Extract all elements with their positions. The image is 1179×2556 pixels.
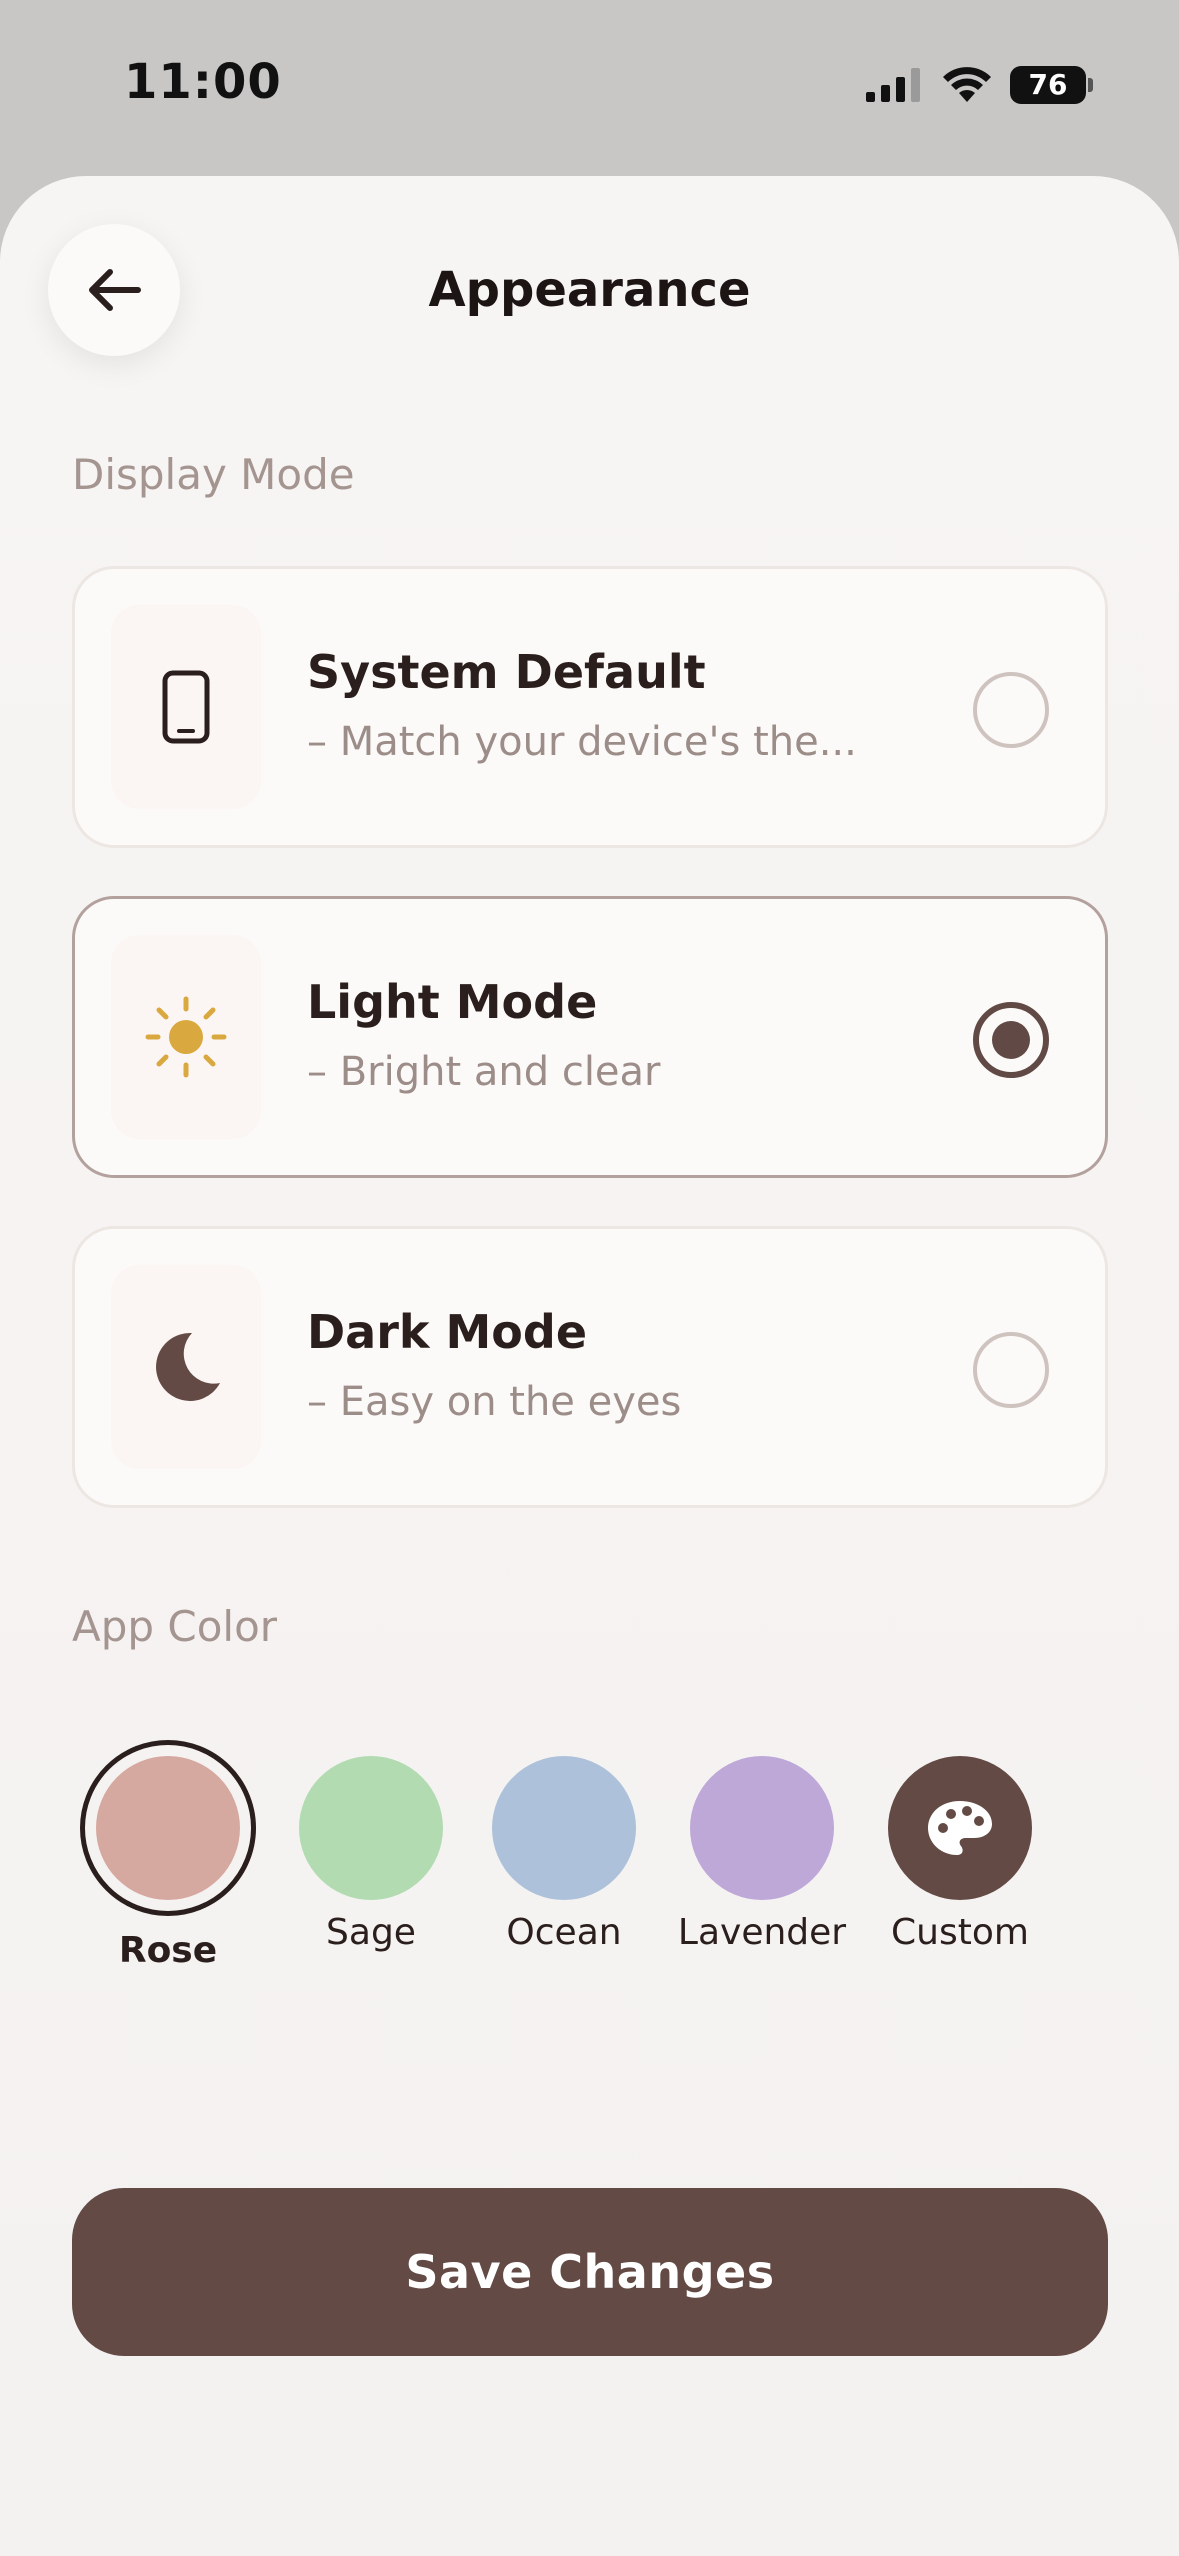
radio-dark-mode[interactable] — [973, 1332, 1049, 1408]
option-light-mode[interactable]: Light Mode – Bright and clear — [72, 896, 1108, 1178]
swatch-circle — [96, 1756, 240, 1900]
swatch-circle — [299, 1756, 443, 1900]
battery-tip — [1088, 78, 1093, 92]
wifi-icon — [943, 67, 991, 102]
option-system-default[interactable]: System Default – Match your device's the… — [72, 566, 1108, 848]
save-changes-label: Save Changes — [405, 2245, 775, 2299]
option-icon-box — [111, 935, 261, 1139]
option-title: Dark Mode — [307, 1305, 588, 1359]
swatch-label: Custom — [891, 1912, 1029, 1953]
status-icons: 76 — [866, 66, 1093, 104]
option-icon-box — [111, 605, 261, 809]
swatch-circle — [492, 1756, 636, 1900]
option-subtitle: – Bright and clear — [307, 1049, 661, 1095]
option-subtitle: – Match your device's the... — [307, 719, 857, 765]
swatch-rose[interactable]: Rose — [68, 1740, 268, 1971]
option-title: System Default — [307, 645, 706, 699]
page-title: Appearance — [428, 262, 751, 318]
swatch-circle — [690, 1756, 834, 1900]
sun-icon — [145, 996, 227, 1078]
swatch-lavender[interactable]: Lavender — [662, 1756, 862, 1953]
option-dark-mode[interactable]: Dark Mode – Easy on the eyes — [72, 1226, 1108, 1508]
swatch-label: Lavender — [677, 1912, 847, 1953]
swatch-circle — [888, 1756, 1032, 1900]
status-bar: 11:00 76 — [0, 0, 1179, 176]
swatch-label: Sage — [326, 1912, 416, 1953]
battery-icon: 76 — [1010, 66, 1086, 104]
swatch-sage[interactable]: Sage — [271, 1756, 471, 1953]
appearance-sheet: Appearance Display Mode System Default –… — [0, 176, 1179, 2556]
moon-icon — [156, 1332, 220, 1401]
signal-icon — [866, 68, 920, 102]
app-color-label: App Color — [72, 1602, 278, 1651]
phone-icon — [162, 670, 210, 744]
swatch-label: Rose — [118, 1930, 218, 1971]
save-changes-button[interactable]: Save Changes — [72, 2188, 1108, 2356]
palette-icon — [928, 1801, 992, 1855]
radio-light-mode[interactable] — [973, 1002, 1049, 1078]
option-title: Light Mode — [307, 975, 598, 1029]
status-time: 11:00 — [124, 54, 282, 110]
radio-system-default[interactable] — [973, 672, 1049, 748]
swatch-custom[interactable]: Custom — [860, 1756, 1060, 1953]
swatch-label: Ocean — [506, 1912, 622, 1953]
option-icon-box — [111, 1265, 261, 1469]
selected-ring — [80, 1740, 256, 1916]
option-subtitle: – Easy on the eyes — [307, 1379, 682, 1425]
display-mode-label: Display Mode — [72, 450, 355, 499]
swatch-ocean[interactable]: Ocean — [464, 1756, 664, 1953]
